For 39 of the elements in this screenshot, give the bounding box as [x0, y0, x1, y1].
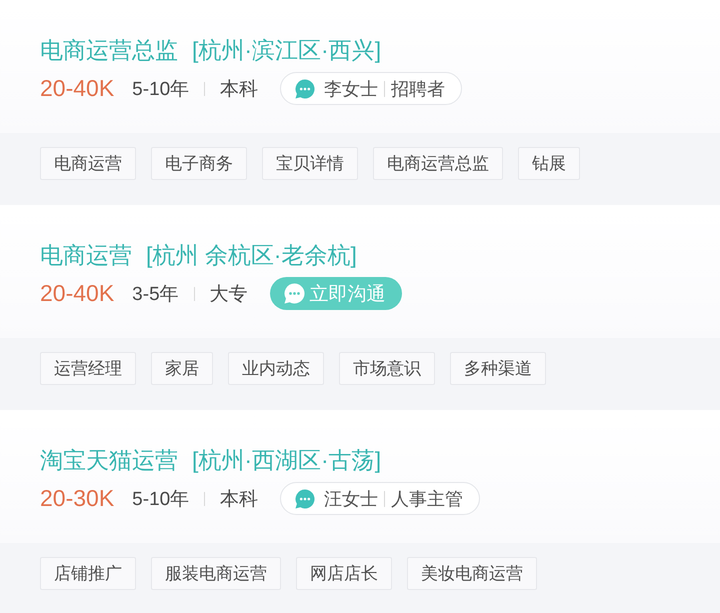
- job-tag: 家居: [151, 352, 213, 385]
- job-tag: 店铺推广: [40, 557, 136, 590]
- job-location: [杭州·滨江区·西兴]: [192, 36, 382, 65]
- experience-text: 3-5年: [132, 282, 179, 306]
- job-tag: 市场意识: [339, 352, 435, 385]
- recruiter-name: 李女士: [324, 78, 378, 100]
- recruiter-chip[interactable]: 李女士 招聘者: [280, 72, 462, 105]
- experience-text: 5-10年: [132, 78, 190, 102]
- speech-bubble-icon: [295, 78, 316, 98]
- job-tag: 多种渠道: [450, 352, 546, 385]
- job-tag: 宝贝详情: [262, 147, 358, 180]
- education-text: 大专: [210, 282, 248, 306]
- speech-bubble-icon: [295, 488, 316, 508]
- education-text: 本科: [220, 78, 258, 102]
- salary-text: 20-40K: [40, 280, 114, 307]
- recruiter-name: 汪女士: [324, 488, 378, 510]
- job-title[interactable]: 电商运营总监: [40, 34, 178, 66]
- salary-text: 20-30K: [40, 485, 114, 512]
- job-location: [杭州·西湖区·古荡]: [192, 446, 382, 475]
- salary-text: 20-40K: [40, 75, 114, 102]
- job-tag: 电商运营: [40, 147, 136, 180]
- job-title[interactable]: 电商运营: [40, 240, 132, 270]
- job-tag: 运营经理: [40, 352, 136, 385]
- speech-bubble-icon: [284, 283, 305, 304]
- job-tag: 网店店长: [296, 557, 392, 590]
- education-text: 本科: [220, 488, 258, 512]
- job-location: [杭州 余杭区·老余杭]: [146, 240, 357, 270]
- recruiter-role: 人事主管: [391, 488, 464, 510]
- job-tag: 钻展: [518, 147, 580, 180]
- job-title[interactable]: 淘宝天猫运营: [40, 444, 178, 476]
- recruiter-role: 招聘者: [391, 78, 446, 100]
- experience-text: 5-10年: [132, 488, 190, 512]
- job-tag: 美妆电商运营: [407, 557, 537, 590]
- chat-now-button[interactable]: 立即沟通: [270, 277, 402, 310]
- recruiter-chip[interactable]: 汪女士 人事主管: [280, 482, 480, 515]
- job-tag: 业内动态: [228, 352, 324, 385]
- job-tag: 服装电商运营: [151, 557, 281, 590]
- job-tag: 电子商务: [151, 147, 247, 180]
- job-tag: 电商运营总监: [373, 147, 503, 180]
